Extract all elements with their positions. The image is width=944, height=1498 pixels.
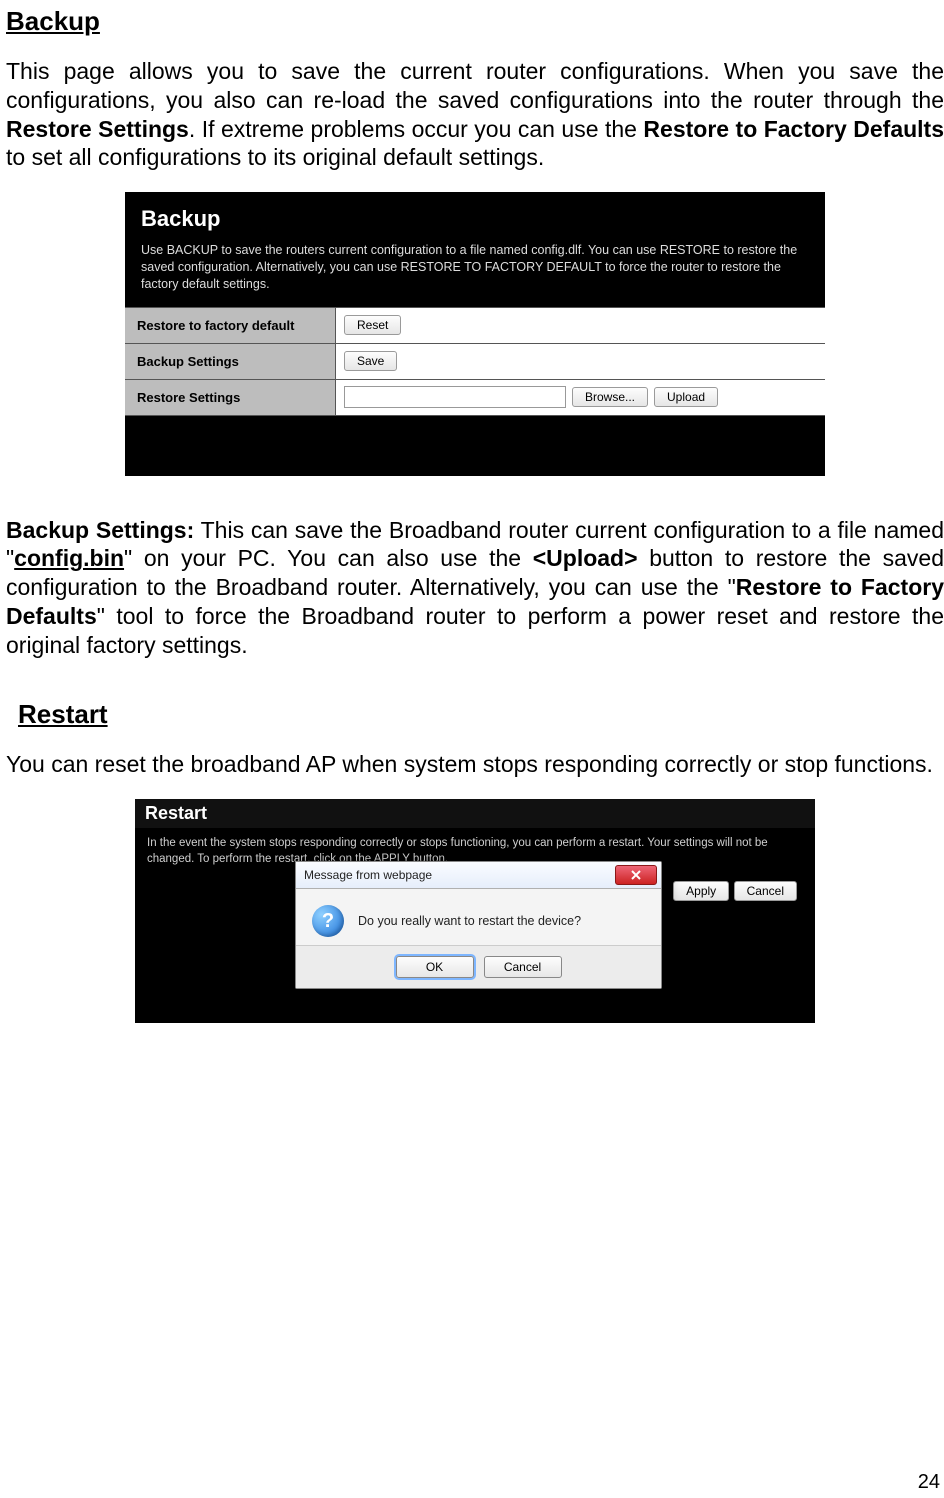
dialog-title-text: Message from webpage <box>304 868 615 882</box>
factory-default-label: Restore to factory default <box>125 308 336 343</box>
row-backup-settings: Backup Settings Save <box>125 343 825 379</box>
dialog-titlebar: Message from webpage <box>296 862 661 889</box>
configbin-text: config.bin <box>14 545 124 571</box>
upload-button[interactable]: Upload <box>654 387 718 407</box>
backup-screenshot: Backup Use BACKUP to save the routers cu… <box>125 192 825 476</box>
reset-button[interactable]: Reset <box>344 315 401 335</box>
backup-settings-paragraph: Backup Settings: This can save the Broad… <box>6 516 944 660</box>
backup-grid: Restore to factory default Reset Backup … <box>125 307 825 416</box>
restore-settings-bold: Restore Settings <box>6 116 189 142</box>
restart-panel-title: Restart <box>135 799 815 828</box>
dialog-ok-button[interactable]: OK <box>396 956 474 978</box>
backup-heading: Backup <box>6 6 944 37</box>
text: . If extreme problems occur you can use … <box>189 116 644 142</box>
dialog-cancel-button[interactable]: Cancel <box>484 956 562 978</box>
restart-heading: Restart <box>18 699 944 730</box>
row-factory-default: Restore to factory default Reset <box>125 307 825 343</box>
apply-button[interactable]: Apply <box>673 881 729 901</box>
restart-screenshot: Restart In the event the system stops re… <box>135 799 815 1023</box>
save-button[interactable]: Save <box>344 351 397 371</box>
backup-panel-title: Backup <box>125 198 825 236</box>
backup-settings-lead: Backup Settings: <box>6 517 194 543</box>
row-restore-settings: Restore Settings Browse... Upload <box>125 379 825 416</box>
text: This page allows you to save the current… <box>6 58 944 113</box>
page-number: 24 <box>918 1471 940 1494</box>
text: " on your PC. You can also use the <box>124 545 533 571</box>
browse-button[interactable]: Browse... <box>572 387 648 407</box>
restore-factory-bold: Restore to Factory Defaults <box>643 116 944 142</box>
text: " tool to force the Broadband router to … <box>6 603 944 658</box>
close-icon[interactable] <box>615 865 657 885</box>
cancel-button[interactable]: Cancel <box>734 881 797 901</box>
restart-intro: You can reset the broadband AP when syst… <box>6 750 944 779</box>
backup-panel-desc: Use BACKUP to save the routers current c… <box>125 236 825 307</box>
question-icon: ? <box>312 905 344 937</box>
confirm-dialog: Message from webpage ? Do you really wan… <box>295 861 662 989</box>
backup-intro: This page allows you to save the current… <box>6 57 944 172</box>
text: to set all configurations to its origina… <box>6 144 544 170</box>
upload-bold: <Upload> <box>533 545 638 571</box>
backup-settings-label: Backup Settings <box>125 344 336 379</box>
file-path-input[interactable] <box>344 386 566 408</box>
restore-settings-label: Restore Settings <box>125 380 336 415</box>
dialog-message: Do you really want to restart the device… <box>358 914 581 928</box>
